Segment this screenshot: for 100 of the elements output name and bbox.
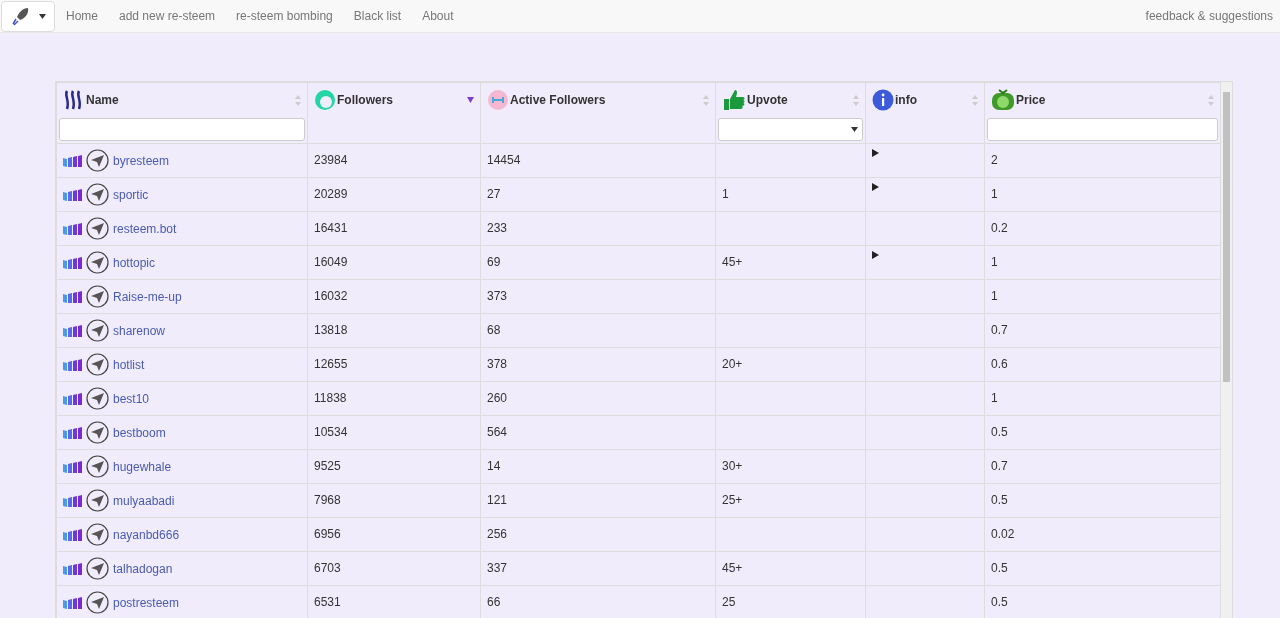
nav-link[interactable]: add new re-steem <box>109 7 226 25</box>
table-cell: 0.7 <box>991 323 1008 337</box>
chart-bars-icon <box>63 222 83 235</box>
paper-plane-icon <box>86 421 109 444</box>
column-header[interactable]: Active Followers <box>510 91 606 109</box>
filter-field[interactable] <box>987 118 1218 141</box>
table-cell: 12655 <box>314 357 348 371</box>
table-cell: 27 <box>487 187 501 201</box>
paper-plane-icon <box>86 387 109 410</box>
table-cell: 0.5 <box>991 493 1008 507</box>
account-link[interactable]: bestboom <box>113 423 166 442</box>
nav-link[interactable]: About <box>412 7 464 25</box>
table-cell: 0.5 <box>991 425 1008 439</box>
table-cell: 25+ <box>722 493 743 507</box>
chart-bars-icon <box>63 358 83 371</box>
account-link[interactable]: hottopic <box>113 253 156 272</box>
chart-bars-icon <box>63 324 83 337</box>
account-link[interactable]: Raise-me-up <box>113 287 182 306</box>
paper-plane-icon <box>86 557 109 580</box>
chart-bars-icon <box>63 392 83 405</box>
account-link[interactable]: resteem.bot <box>113 219 177 238</box>
nav-link[interactable]: re-steem bombing <box>226 7 343 25</box>
logo-menu-button[interactable] <box>1 0 55 32</box>
account-link[interactable]: sharenow <box>113 321 166 340</box>
account-link[interactable]: byresteem <box>113 151 170 170</box>
account-link[interactable]: postresteem <box>113 593 180 612</box>
table-cell: 121 <box>487 493 508 507</box>
column-header[interactable]: info <box>895 91 917 109</box>
paper-plane-icon <box>86 319 109 342</box>
account-link[interactable]: hotlist <box>113 355 145 374</box>
table-cell: 16032 <box>314 289 348 303</box>
chart-bars-icon <box>63 460 83 473</box>
account-link[interactable]: sportic <box>113 185 149 204</box>
table-cell: 6703 <box>314 561 341 575</box>
thumbs-up-icon <box>722 89 746 111</box>
chart-bars-icon <box>63 426 83 439</box>
table-cell: 20289 <box>314 187 348 201</box>
sort-descending-icon[interactable] <box>467 97 474 103</box>
paper-plane-icon <box>86 455 109 478</box>
table-cell: 30+ <box>722 459 743 473</box>
table-cell: 16049 <box>314 255 348 269</box>
table-cell: 11838 <box>314 391 347 405</box>
expand-icon[interactable] <box>872 251 879 259</box>
column-header[interactable]: Price <box>1016 91 1046 109</box>
sort-icon[interactable] <box>853 94 859 106</box>
table-cell: 1 <box>991 187 998 201</box>
table-cell: 14 <box>487 459 501 473</box>
nav-link[interactable]: Home <box>56 7 108 25</box>
table-cell: 260 <box>487 391 508 405</box>
paper-plane-icon <box>86 353 109 376</box>
table-cell: 1 <box>991 255 998 269</box>
account-link[interactable]: best10 <box>113 389 150 408</box>
account-link[interactable]: nayanbd666 <box>113 525 180 544</box>
sort-icon[interactable] <box>1208 94 1214 106</box>
filter-field[interactable] <box>59 118 305 141</box>
chart-bars-icon <box>63 528 83 541</box>
account-link[interactable]: hugewhale <box>113 457 172 476</box>
account-link[interactable]: talhadogan <box>113 559 173 578</box>
table-cell: 1 <box>991 289 998 303</box>
nav-link[interactable]: Black list <box>343 7 412 25</box>
table-cell: 10534 <box>314 425 348 439</box>
table-cell: 378 <box>487 357 508 371</box>
chart-bars-icon <box>63 188 83 201</box>
table-cell: 13818 <box>314 323 348 337</box>
scrollbar-thumb[interactable] <box>1223 92 1230 382</box>
expand-icon[interactable] <box>872 149 879 157</box>
filter-dropdown[interactable] <box>718 118 863 141</box>
table-cell: 2 <box>991 153 998 167</box>
table-cell: 256 <box>487 527 508 541</box>
table-cell: 23984 <box>314 153 348 167</box>
sort-icon[interactable] <box>972 94 978 106</box>
column-header[interactable]: Name <box>86 91 119 109</box>
table-cell: 6956 <box>314 527 341 541</box>
table-cell: 69 <box>487 255 501 269</box>
table-cell: 7968 <box>314 493 341 507</box>
paper-plane-icon <box>86 183 109 206</box>
nav-link[interactable]: feedback & suggestions <box>1145 7 1280 25</box>
expand-icon[interactable] <box>872 183 879 191</box>
paper-plane-icon <box>86 217 109 240</box>
table-cell: 25 <box>722 595 736 609</box>
table-cell: 0.2 <box>991 221 1008 235</box>
table-cell: 45+ <box>722 561 743 575</box>
scrollbar[interactable] <box>1221 82 1232 618</box>
rocket-icon <box>10 6 31 26</box>
dumbbell-icon <box>487 89 509 111</box>
sort-icon[interactable] <box>295 94 301 106</box>
paper-plane-icon <box>86 251 109 274</box>
table-cell: 233 <box>487 221 508 235</box>
chart-bars-icon <box>63 596 83 609</box>
chart-bars-icon <box>63 256 83 269</box>
column-header[interactable]: Followers <box>337 91 393 109</box>
sort-icon[interactable] <box>703 94 709 106</box>
column-header[interactable]: Upvote <box>747 91 788 109</box>
table-cell: 66 <box>487 595 501 609</box>
table-cell: 68 <box>487 323 501 337</box>
table-cell: 14454 <box>487 153 521 167</box>
table-cell: 373 <box>487 289 508 303</box>
account-link[interactable]: mulyaabadi <box>113 491 175 510</box>
table-cell: 0.5 <box>991 595 1008 609</box>
table-cell: 1 <box>722 187 729 201</box>
